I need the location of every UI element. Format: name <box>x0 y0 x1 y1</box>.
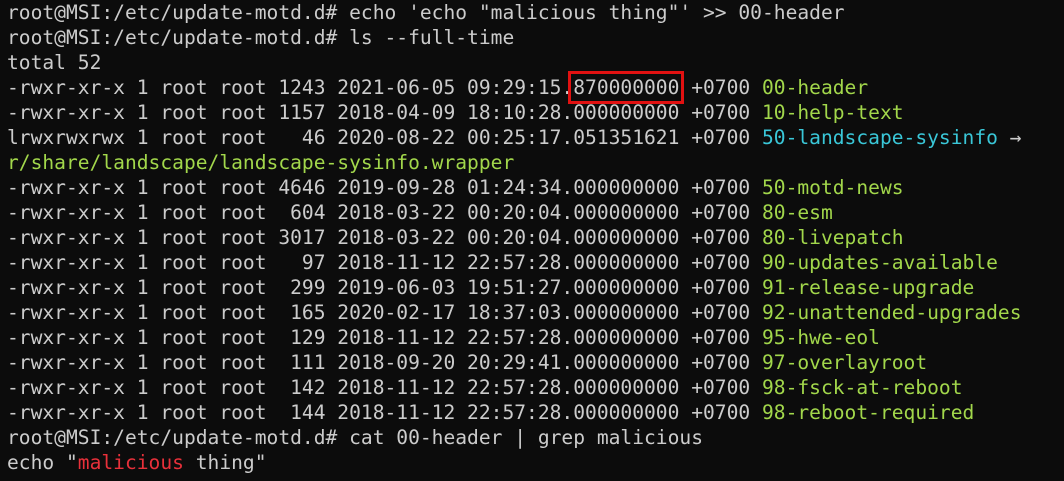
filename-executable: 95-hwe-eol <box>761 326 880 349</box>
command-line-echo: root@MSI:/etc/update-motd.d# echo 'echo … <box>7 0 1064 25</box>
line-text: root@MSI:/etc/update-motd.d# echo 'echo … <box>7 1 845 24</box>
line-text: -rwxr-xr-x 1 root root 3017 2018-03-22 0… <box>7 226 762 249</box>
line-text: -rwxr-xr-x 1 root root 144 2018-11-12 22… <box>7 401 762 424</box>
ls-row-80-livepatch: -rwxr-xr-x 1 root root 3017 2018-03-22 0… <box>7 225 1064 250</box>
line-text: +0700 <box>679 76 762 99</box>
filename-executable: 92-unattended-upgrades <box>761 301 1022 324</box>
terminal-output[interactable]: root@MSI:/etc/update-motd.d# echo 'echo … <box>7 0 1064 481</box>
filename-executable: 98-fsck-at-reboot <box>761 376 963 399</box>
filename-executable: 10-help-text <box>761 101 904 124</box>
ls-row-symlink-target: r/share/landscape/landscape-sysinfo.wrap… <box>7 150 1064 175</box>
line-text: -rwxr-xr-x 1 root root 111 2018-09-20 20… <box>7 351 762 374</box>
filename-executable: 80-livepatch <box>761 226 904 249</box>
ls-row-98-fsck-at-reboot: -rwxr-xr-x 1 root root 142 2018-11-12 22… <box>7 375 1064 400</box>
filename-executable: 97-overlayroot <box>761 351 928 374</box>
line-text: -rwxr-xr-x 1 root root 4646 2019-09-28 0… <box>7 176 762 199</box>
filename-executable: 98-reboot-required <box>761 401 975 424</box>
line-text: -rwxr-xr-x 1 root root 142 2018-11-12 22… <box>7 376 762 399</box>
line-text: -rwxr-xr-x 1 root root 299 2019-06-03 19… <box>7 276 762 299</box>
grep-match: malicious <box>77 451 184 474</box>
ls-row-97-overlayroot: -rwxr-xr-x 1 root root 111 2018-09-20 20… <box>7 350 1064 375</box>
filename-symlink: 50-landscape-sysinfo <box>761 126 998 149</box>
filename-executable: 91-release-upgrade <box>761 276 975 299</box>
filename-executable: 50-motd-news <box>761 176 904 199</box>
ls-row-50-landscape-sysinfo: lrwxrwxrwx 1 root root 46 2020-08-22 00:… <box>7 125 1064 150</box>
command-line-cat-grep: root@MSI:/etc/update-motd.d# cat 00-head… <box>7 425 1064 450</box>
grep-result-line: echo "malicious thing" <box>7 450 1064 475</box>
ls-total-line: total 52 <box>7 50 1064 75</box>
filename-executable: 80-esm <box>761 201 833 224</box>
line-text: lrwxrwxrwx 1 root root 46 2020-08-22 00:… <box>7 126 762 149</box>
command-line-ls: root@MSI:/etc/update-motd.d# ls --full-t… <box>7 25 1064 50</box>
ls-row-90-updates-available: -rwxr-xr-x 1 root root 97 2018-11-12 22:… <box>7 250 1064 275</box>
line-text: -rwxr-xr-x 1 root root 1243 2021-06-05 0… <box>7 76 574 99</box>
line-text: → <box>997 126 1022 149</box>
line-text: root@MSI:/etc/update-motd.d# cat 00-head… <box>7 426 703 449</box>
ls-row-10-help-text: -rwxr-xr-x 1 root root 1157 2018-04-09 1… <box>7 100 1064 125</box>
ls-row-95-hwe-eol: -rwxr-xr-x 1 root root 129 2018-11-12 22… <box>7 325 1064 350</box>
line-text: root@MSI:/etc/update-motd.d# ls --full-t… <box>7 26 515 49</box>
ls-row-98-reboot-required: -rwxr-xr-x 1 root root 144 2018-11-12 22… <box>7 400 1064 425</box>
line-text: echo " <box>7 451 78 474</box>
ls-row-80-esm: -rwxr-xr-x 1 root root 604 2018-03-22 00… <box>7 200 1064 225</box>
cutoff-prompt-line <box>7 475 1064 481</box>
ls-row-91-release-upgrade: -rwxr-xr-x 1 root root 299 2019-06-03 19… <box>7 275 1064 300</box>
ls-row-00-header: -rwxr-xr-x 1 root root 1243 2021-06-05 0… <box>7 71 1064 104</box>
line-text: -rwxr-xr-x 1 root root 604 2018-03-22 00… <box>7 201 762 224</box>
filename-executable: 00-header <box>761 76 869 99</box>
line-text: -rwxr-xr-x 1 root root 165 2020-02-17 18… <box>7 301 762 324</box>
line-text: total 52 <box>7 51 102 74</box>
ls-row-92-unattended-upgrades: -rwxr-xr-x 1 root root 165 2020-02-17 18… <box>7 300 1064 325</box>
line-text: thing" <box>183 451 267 474</box>
filename-executable: 90-updates-available <box>761 251 998 274</box>
line-text: -rwxr-xr-x 1 root root 129 2018-11-12 22… <box>7 326 762 349</box>
ls-row-50-motd-news: -rwxr-xr-x 1 root root 4646 2019-09-28 0… <box>7 175 1064 200</box>
line-text: -rwxr-xr-x 1 root root 1157 2018-04-09 1… <box>7 101 762 124</box>
line-text: -rwxr-xr-x 1 root root 97 2018-11-12 22:… <box>7 251 762 274</box>
filename-executable: r/share/landscape/landscape-sysinfo.wrap… <box>7 151 515 174</box>
highlighted-nanoseconds: 870000000 <box>568 71 685 104</box>
